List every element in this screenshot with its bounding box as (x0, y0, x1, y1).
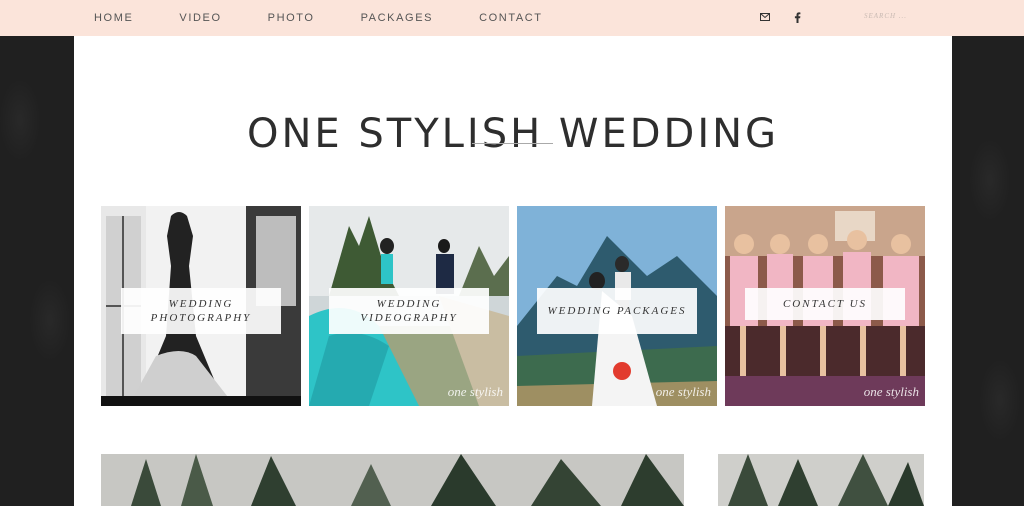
watermark-logo: one stylish (655, 384, 711, 399)
nav-item-video[interactable]: VIDEO (179, 12, 221, 24)
title-divider (472, 143, 553, 144)
search-input[interactable] (864, 8, 954, 24)
nav-item-contact[interactable]: CONTACT (479, 12, 543, 24)
featured-image-forest[interactable] (101, 454, 684, 506)
email-icon[interactable] (758, 10, 772, 24)
watermark-logo: one stylish (447, 384, 503, 399)
tile-label: WEDDING PACKAGES (537, 288, 697, 334)
watermark-logo: one stylish (863, 384, 919, 399)
tile-wedding-photography[interactable]: WEDDING PHOTOGRAPHY (101, 206, 301, 406)
tile-label: CONTACT US (745, 288, 905, 320)
tile-wedding-packages[interactable]: WEDDING PACKAGES one stylish (517, 206, 717, 406)
nav-item-packages[interactable]: PACKAGES (361, 12, 434, 24)
facebook-icon[interactable] (790, 10, 804, 24)
tile-label: WEDDING PHOTOGRAPHY (121, 288, 281, 334)
nav-item-photo[interactable]: PHOTO (268, 12, 315, 24)
social-links (758, 10, 804, 24)
top-navigation-bar: HOME VIDEO PHOTO PACKAGES CONTACT (0, 0, 1024, 36)
site-title: ONE STYLISH WEDDING (246, 111, 780, 157)
tile-wedding-videography[interactable]: WEDDING VIDEOGRAPHY one stylish (309, 206, 509, 406)
sidebar-image-forest[interactable] (718, 454, 924, 506)
nav-item-home[interactable]: HOME (94, 12, 133, 24)
main-content: ONE STYLISH WEDDING WEDDING PHOTOGRAPHY (74, 36, 952, 506)
nav-menu: HOME VIDEO PHOTO PACKAGES CONTACT (94, 0, 589, 36)
tile-label: WEDDING VIDEOGRAPHY (329, 288, 489, 334)
tile-contact-us[interactable]: CONTACT US one stylish (725, 206, 925, 406)
